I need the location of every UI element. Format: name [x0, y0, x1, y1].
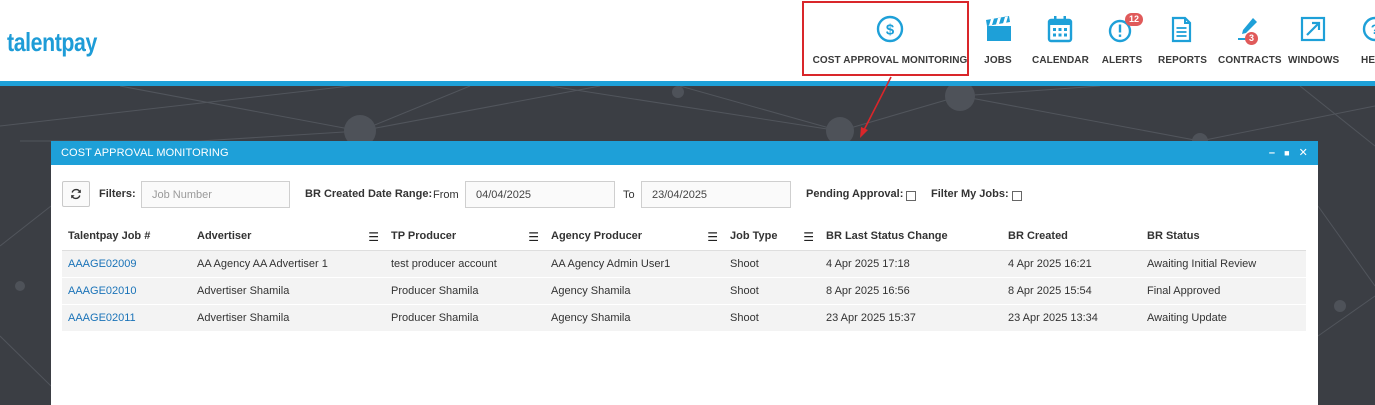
tp-producer-cell: Producer Shamila: [385, 304, 545, 332]
maximize-button[interactable]: ■: [1284, 141, 1290, 165]
cost-approval-table: Talentpay Job # Advertiser ☰ TP Producer ☰…: [62, 223, 1306, 332]
job-type-cell: Shoot: [724, 304, 820, 332]
table-row[interactable]: AAAGE02011 Advertiser Shamila Producer S…: [62, 304, 1306, 332]
from-date-input[interactable]: [465, 181, 615, 208]
top-header: talentpay $ COST APPROVAL MONITORING JOB…: [0, 0, 1375, 81]
advertiser-cell: AA Agency AA Advertiser 1: [191, 250, 385, 278]
nav-label: HE: [1361, 55, 1375, 66]
minimize-button[interactable]: –: [1269, 141, 1275, 165]
br-created-cell: 23 Apr 2025 13:34: [1002, 304, 1141, 332]
br-status-cell: Final Approved: [1141, 277, 1306, 305]
tp-producer-cell: Producer Shamila: [385, 277, 545, 305]
job-number-link[interactable]: AAAGE02010: [62, 277, 191, 305]
nav-windows[interactable]: WINDOWS: [1288, 0, 1340, 81]
nav-label: ALERTS: [1101, 55, 1143, 66]
column-header-job-type[interactable]: Job Type ☰: [724, 223, 820, 251]
table-row[interactable]: AAAGE02009 AA Agency AA Advertiser 1 tes…: [62, 250, 1306, 278]
window-title: COST APPROVAL MONITORING: [61, 147, 229, 159]
br-status-cell: Awaiting Update: [1141, 304, 1306, 332]
talentpay-logo[interactable]: talentpay: [7, 27, 97, 58]
column-menu-icon[interactable]: ☰: [803, 230, 814, 244]
column-menu-icon[interactable]: ☰: [368, 230, 379, 244]
windows-resize-icon: [1300, 16, 1326, 42]
nav-label: REPORTS: [1158, 55, 1208, 66]
nav-reports[interactable]: REPORTS: [1158, 0, 1208, 81]
advertiser-cell: Advertiser Shamila: [191, 277, 385, 305]
pending-approval-label: Pending Approval:: [806, 188, 904, 200]
refresh-icon: [71, 188, 81, 200]
nav-label: JOBS: [984, 55, 1012, 66]
refresh-button[interactable]: [62, 181, 90, 207]
pending-approval-checkbox[interactable]: [906, 191, 916, 201]
nav-help[interactable]: ? HE: [1358, 0, 1375, 81]
job-number-link[interactable]: AAAGE02011: [62, 304, 191, 332]
nav-contracts[interactable]: 3 CONTRACTS: [1218, 0, 1282, 81]
filters-bar: Filters: BR Created Date Range: From To …: [62, 181, 1312, 209]
header-accent-line: [0, 81, 1375, 86]
highlight-box-annotation: [802, 1, 969, 76]
filter-my-jobs-label: Filter My Jobs:: [931, 188, 1009, 200]
agency-producer-cell: Agency Shamila: [545, 277, 724, 305]
nav-calendar[interactable]: CALENDAR: [1032, 0, 1089, 81]
br-created-cell: 8 Apr 2025 15:54: [1002, 277, 1141, 305]
tp-producer-cell: test producer account: [385, 250, 545, 278]
advertiser-cell: Advertiser Shamila: [191, 304, 385, 332]
alerts-count-badge: 12: [1125, 13, 1144, 26]
column-header-br-last-status-change[interactable]: BR Last Status Change: [820, 223, 1002, 251]
column-header-br-created[interactable]: BR Created: [1002, 223, 1141, 251]
table-row[interactable]: AAAGE02010 Advertiser Shamila Producer S…: [62, 277, 1306, 305]
nav-label: WINDOWS: [1288, 55, 1340, 66]
calendar-icon: [1047, 16, 1073, 43]
filter-my-jobs-checkbox[interactable]: [1012, 191, 1022, 201]
column-header-job[interactable]: Talentpay Job #: [62, 223, 191, 251]
svg-text:?: ?: [1371, 21, 1375, 37]
br-created-cell: 4 Apr 2025 16:21: [1002, 250, 1141, 278]
br-last-status-change-cell: 8 Apr 2025 16:56: [820, 277, 1002, 305]
job-number-input[interactable]: [141, 181, 290, 208]
report-document-icon: [1171, 16, 1192, 43]
filters-label: Filters:: [99, 188, 136, 200]
column-menu-icon[interactable]: ☰: [528, 230, 539, 244]
contracts-count-badge: 3: [1245, 32, 1259, 45]
help-icon: ?: [1362, 16, 1375, 42]
nav-label: CONTRACTS: [1218, 55, 1282, 66]
br-last-status-change-cell: 23 Apr 2025 15:37: [820, 304, 1002, 332]
to-date-input[interactable]: [641, 181, 791, 208]
cost-approval-monitoring-window: COST APPROVAL MONITORING – ■ ✕ Filters: …: [51, 141, 1318, 405]
close-button[interactable]: ✕: [1299, 141, 1308, 165]
column-header-agency-producer[interactable]: Agency Producer ☰: [545, 223, 724, 251]
br-status-cell: Awaiting Initial Review: [1141, 250, 1306, 278]
agency-producer-cell: AA Agency Admin User1: [545, 250, 724, 278]
job-type-cell: Shoot: [724, 277, 820, 305]
column-header-tp-producer[interactable]: TP Producer ☰: [385, 223, 545, 251]
nav-label: CALENDAR: [1032, 55, 1089, 66]
nav-jobs[interactable]: JOBS: [980, 0, 1016, 81]
date-range-label: BR Created Date Range:: [305, 188, 433, 200]
column-menu-icon[interactable]: ☰: [707, 230, 718, 244]
to-label: To: [623, 189, 635, 201]
job-type-cell: Shoot: [724, 250, 820, 278]
br-last-status-change-cell: 4 Apr 2025 17:18: [820, 250, 1002, 278]
column-header-br-status[interactable]: BR Status: [1141, 223, 1306, 251]
agency-producer-cell: Agency Shamila: [545, 304, 724, 332]
table-header-row: Talentpay Job # Advertiser ☰ TP Producer ☰…: [62, 223, 1306, 251]
clapperboard-icon: [986, 16, 1011, 41]
job-number-link[interactable]: AAAGE02009: [62, 250, 191, 278]
column-header-advertiser[interactable]: Advertiser ☰: [191, 223, 385, 251]
nav-alerts[interactable]: 12 ALERTS: [1100, 0, 1144, 81]
from-label: From: [433, 189, 459, 201]
window-title-bar[interactable]: COST APPROVAL MONITORING – ■ ✕: [51, 141, 1318, 165]
